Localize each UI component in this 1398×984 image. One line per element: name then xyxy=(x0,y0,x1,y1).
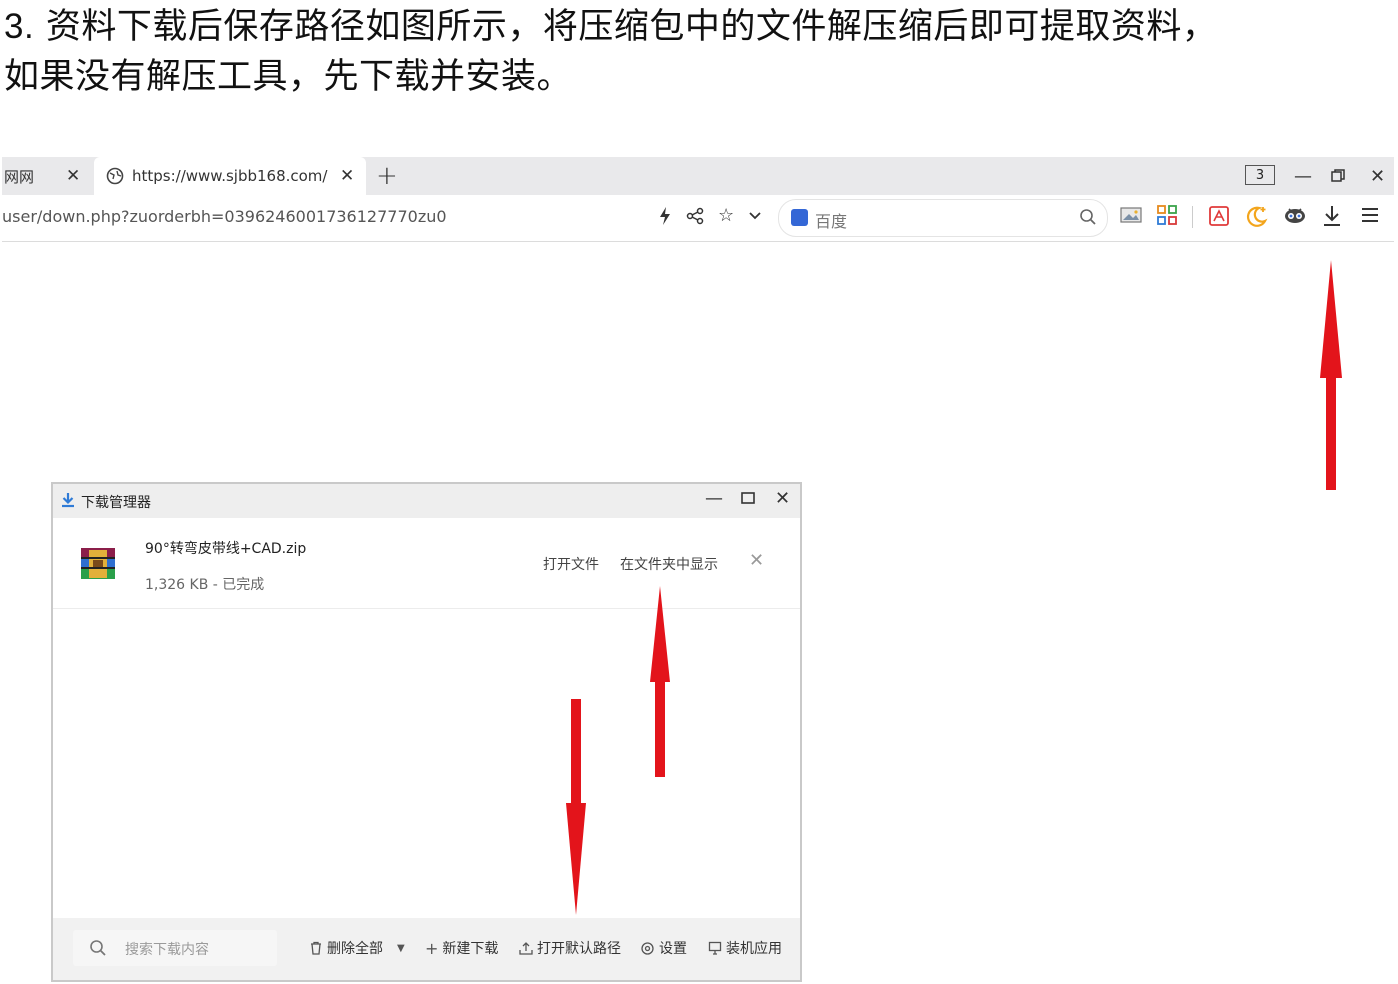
upload-folder-icon xyxy=(519,942,533,955)
trash-icon xyxy=(311,941,321,955)
download-status: 1,326 KB - 已完成 xyxy=(145,577,265,593)
download-icon[interactable] xyxy=(1322,205,1342,227)
toolbar-divider xyxy=(1192,206,1193,228)
winrar-archive-icon xyxy=(81,548,115,579)
search-engine-label: 百度 xyxy=(815,212,848,231)
open-default-path-label: 打开默认路径 xyxy=(537,941,621,957)
url-field[interactable]: user/down.php?zuorderbh=0396246001736127… xyxy=(2,207,447,226)
search-icon[interactable] xyxy=(1079,208,1097,226)
file-name: 90°转弯皮带线+CAD.zip xyxy=(145,541,307,557)
close-window-icon[interactable]: ✕ xyxy=(1370,157,1385,195)
annotation-arrow-up xyxy=(1320,260,1342,490)
settings-button[interactable]: 设置 xyxy=(640,938,687,958)
install-apps-button[interactable]: 装机应用 xyxy=(708,938,782,958)
monitor-icon xyxy=(708,941,722,955)
instruction-line-1: 3. 资料下载后保存路径如图所示，将压缩包中的文件解压缩后即可提取资料， xyxy=(4,0,1217,49)
search-box[interactable]: 百度 xyxy=(778,199,1108,237)
chevron-down-icon[interactable] xyxy=(748,211,762,221)
image-icon[interactable] xyxy=(1120,205,1142,225)
menu-icon[interactable] xyxy=(1360,205,1380,225)
bot-icon[interactable] xyxy=(1283,205,1307,225)
star-icon[interactable]: ☆ xyxy=(718,205,734,226)
window-title: 下载管理器 xyxy=(81,495,151,511)
baidu-icon xyxy=(791,209,808,226)
settings-label: 设置 xyxy=(659,941,687,957)
download-search[interactable]: 搜索下载内容 xyxy=(73,930,277,966)
minimize-icon[interactable]: — xyxy=(705,488,723,509)
new-download-label: 新建下载 xyxy=(442,941,499,957)
install-apps-label: 装机应用 xyxy=(726,941,782,957)
tab-title: 网网 xyxy=(4,167,35,186)
apps-grid-icon[interactable] xyxy=(1157,205,1177,225)
annotation-arrow-down xyxy=(566,699,586,915)
minimize-icon[interactable]: — xyxy=(1294,157,1312,195)
share-icon[interactable] xyxy=(686,207,704,225)
tab-count-badge[interactable]: 3 xyxy=(1245,165,1275,185)
delete-all-button[interactable]: 删除全部 ▼ xyxy=(309,938,405,958)
tab-active[interactable]: https://www.sjbb168.com/user ✕ xyxy=(94,157,366,195)
download-manager-titlebar: 下载管理器 — ✕ xyxy=(53,484,800,518)
gear-icon xyxy=(641,941,654,955)
search-icon xyxy=(90,940,106,956)
remove-item-icon[interactable]: ✕ xyxy=(749,550,764,571)
caret-down-icon[interactable]: ▼ xyxy=(397,943,405,954)
address-bar: user/down.php?zuorderbh=0396246001736127… xyxy=(2,195,1394,242)
download-icon xyxy=(62,493,74,508)
instruction-line-2: 如果没有解压工具，先下载并安装。 xyxy=(4,57,573,97)
address-actions: ☆ xyxy=(658,205,762,226)
new-tab-button[interactable]: + xyxy=(376,161,398,191)
moon-icon[interactable] xyxy=(1245,205,1269,227)
new-download-button[interactable]: + 新建下载 xyxy=(425,938,498,958)
download-manager-window: 下载管理器 — ✕ 90°转弯皮带线+CAD.zip 1,326 KB - 已完… xyxy=(51,482,802,982)
globe-icon xyxy=(106,167,124,185)
open-default-path-button[interactable]: 打开默认路径 xyxy=(519,938,621,958)
tab-bar: 网网 ✕ https://www.sjbb168.com/user ✕ + 3 … xyxy=(2,157,1394,195)
tab-previous[interactable]: 网网 ✕ xyxy=(2,157,94,195)
tab-close-icon[interactable]: ✕ xyxy=(340,166,354,186)
tab-title: https://www.sjbb168.com/user xyxy=(132,167,328,185)
restore-icon[interactable] xyxy=(1331,157,1345,195)
delete-all-label: 删除全部 xyxy=(327,941,383,957)
download-item: 90°转弯皮带线+CAD.zip 1,326 KB - 已完成 打开文件 在文件… xyxy=(53,518,800,609)
search-placeholder: 搜索下载内容 xyxy=(125,942,209,958)
plus-icon: + xyxy=(425,938,439,958)
close-icon[interactable]: ✕ xyxy=(775,488,790,509)
step-number: 3. xyxy=(4,7,35,46)
lightning-icon[interactable] xyxy=(658,206,672,226)
pdf-icon[interactable] xyxy=(1208,205,1230,227)
show-in-folder-button[interactable]: 在文件夹中显示 xyxy=(620,554,718,574)
open-file-button[interactable]: 打开文件 xyxy=(543,554,599,574)
maximize-icon[interactable] xyxy=(740,490,756,511)
download-manager-footer: 搜索下载内容 删除全部 ▼ + 新建下载 打开默认路径 设置 装机应用 xyxy=(53,918,800,980)
tab-close-icon[interactable]: ✕ xyxy=(66,166,80,186)
annotation-arrow-up xyxy=(650,586,670,777)
instruction-text-1: 资料下载后保存路径如图所示，将压缩包中的文件解压缩后即可提取资料， xyxy=(45,7,1218,47)
